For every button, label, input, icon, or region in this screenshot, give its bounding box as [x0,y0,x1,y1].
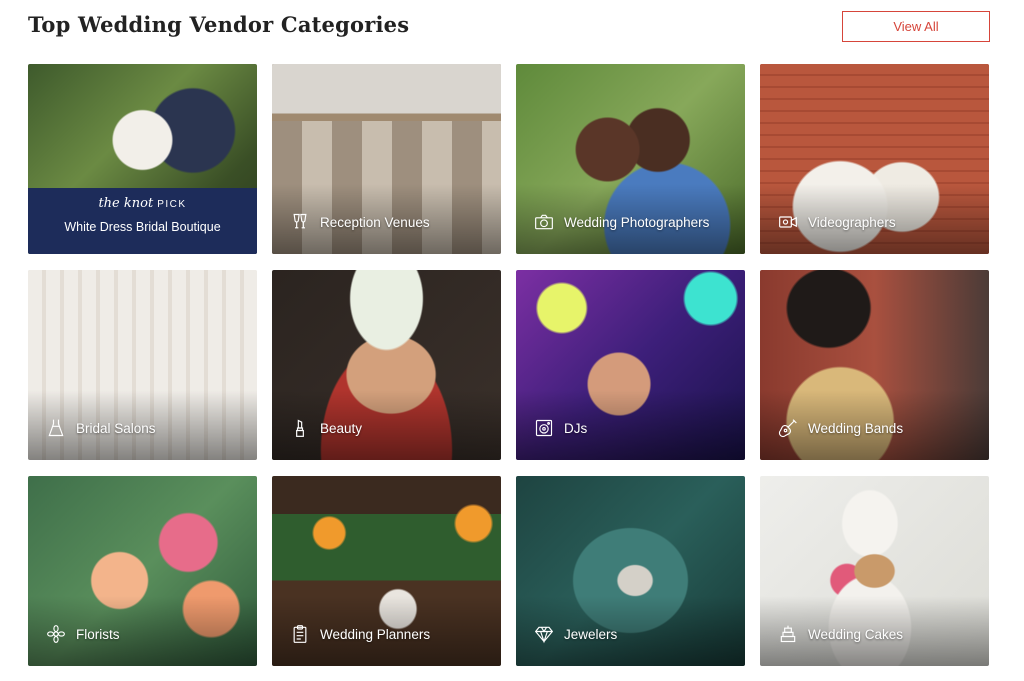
video-camera-icon [778,212,798,232]
category-card-florists[interactable]: Florists [28,476,257,666]
category-card-beauty[interactable]: Beauty [272,270,501,460]
knot-pick-logo: the knot PICK [28,196,257,211]
clipboard-icon [290,624,310,644]
featured-vendor-card[interactable]: the knot PICK White Dress Bridal Boutique [28,64,257,254]
category-label: Beauty [320,420,363,436]
category-label: Bridal Salons [76,420,156,436]
vendor-category-grid: the knot PICK White Dress Bridal Boutique… [28,64,989,666]
knot-logo-script: the knot [98,196,154,211]
category-card-videographers[interactable]: Videographers [760,64,989,254]
knot-pick-banner: the knot PICK White Dress Bridal Boutique [28,188,257,254]
category-card-jewelers[interactable]: Jewelers [516,476,745,666]
category-label: Wedding Cakes [808,626,904,642]
category-label: Wedding Bands [808,420,904,436]
category-card-wedding-cakes[interactable]: Wedding Cakes [760,476,989,666]
cake-icon [778,624,798,644]
speaker-icon [534,418,554,438]
diamond-icon [534,624,554,644]
section-header: Top Wedding Vendor Categories View All [28,10,990,44]
category-label: Wedding Photographers [564,214,710,230]
champagne-glasses-icon [290,212,310,232]
category-label: DJs [564,420,588,436]
section-title: Top Wedding Vendor Categories [28,12,410,37]
category-card-wedding-photographers[interactable]: Wedding Photographers [516,64,745,254]
category-label: Wedding Planners [320,626,431,642]
camera-icon [534,212,554,232]
category-label: Reception Venues [320,214,430,230]
category-card-reception-venues[interactable]: Reception Venues [272,64,501,254]
dress-icon [46,418,66,438]
category-label: Jewelers [564,626,618,642]
flower-icon [46,624,66,644]
category-card-bridal-salons[interactable]: Bridal Salons [28,270,257,460]
featured-vendor-name: White Dress Bridal Boutique [64,220,221,234]
lipstick-icon [290,418,310,438]
knot-pick-word: PICK [157,199,187,210]
category-label: Videographers [808,214,896,230]
category-card-wedding-planners[interactable]: Wedding Planners [272,476,501,666]
guitar-icon [778,418,798,438]
category-label: Florists [76,626,120,642]
category-card-wedding-bands[interactable]: Wedding Bands [760,270,989,460]
view-all-button[interactable]: View All [842,11,990,42]
category-card-djs[interactable]: DJs [516,270,745,460]
